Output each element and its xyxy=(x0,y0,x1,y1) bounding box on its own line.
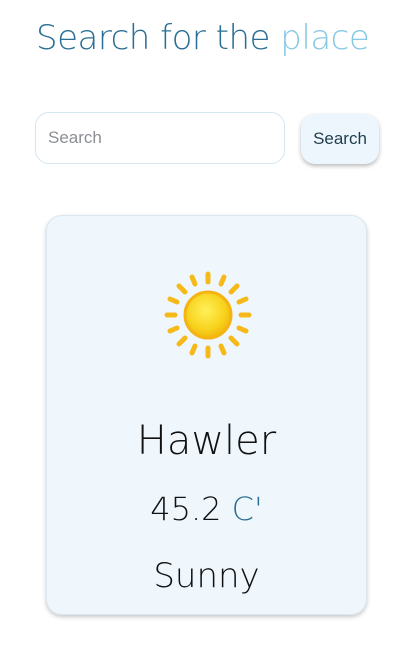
search-button[interactable]: Search xyxy=(301,114,379,164)
search-input[interactable] xyxy=(35,112,285,164)
page-title-accent: place xyxy=(280,18,370,58)
sun-icon xyxy=(164,271,252,359)
temperature: 45.2 C' xyxy=(47,490,366,528)
weather-card: Hawler 45.2 C' Sunny xyxy=(46,215,367,615)
temperature-value: 45.2 xyxy=(150,490,222,528)
temperature-unit: C' xyxy=(231,490,263,528)
city-name: Hawler xyxy=(136,418,277,464)
page-title: Search for the place xyxy=(36,18,370,58)
weather-condition: Sunny xyxy=(153,556,260,596)
page-title-main: Search for the xyxy=(36,18,270,58)
